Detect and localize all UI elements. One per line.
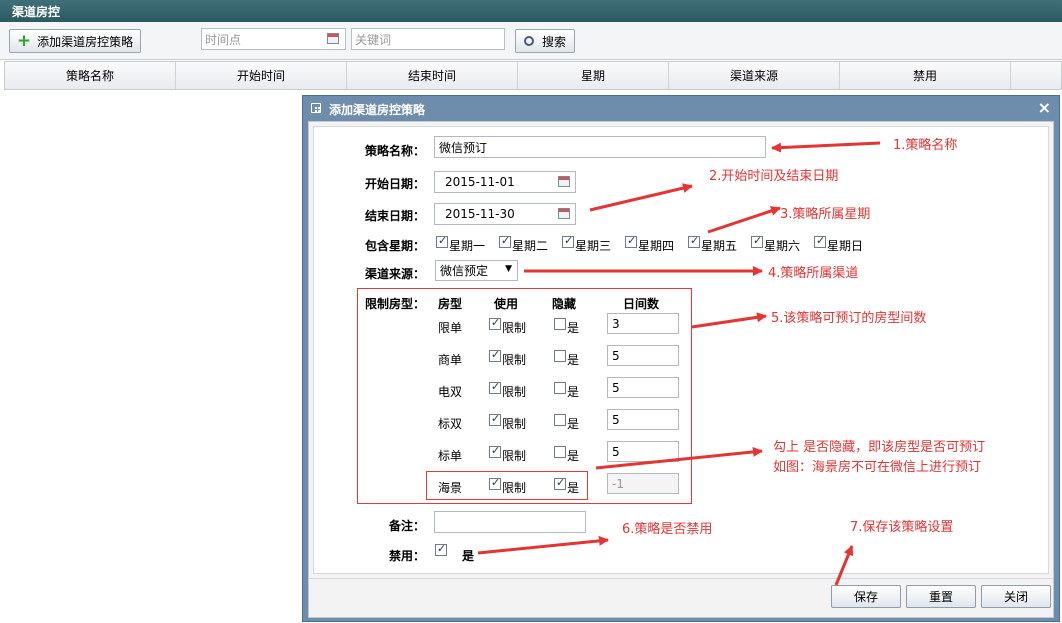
annotation-hide-1: 勾上 是否隐藏，即该房型是否可预订	[773, 440, 986, 455]
annotation-1: 1.策略名称	[893, 138, 958, 153]
arrow-1	[771, 141, 881, 153]
arrow-2	[589, 183, 693, 212]
annotation-7: 7.保存该策略设置	[850, 520, 954, 535]
annotation-4: 4.策略所属渠道	[768, 266, 859, 281]
annotation-hide-2: 如图：海景房不可在微信上进行预订	[773, 460, 982, 475]
arrow-3	[707, 206, 781, 234]
annotation-5: 5.该策略可预订的房型间数	[771, 311, 927, 326]
annotation-2: 2.开始时间及结束日期	[709, 169, 839, 184]
arrow-6	[477, 535, 609, 555]
arrow-7	[834, 545, 854, 586]
arrow-hide	[595, 446, 763, 470]
annotation-3: 3.策略所属星期	[780, 207, 871, 222]
annotation-6: 6.策略是否禁用	[622, 522, 713, 537]
arrow-5	[691, 312, 767, 329]
